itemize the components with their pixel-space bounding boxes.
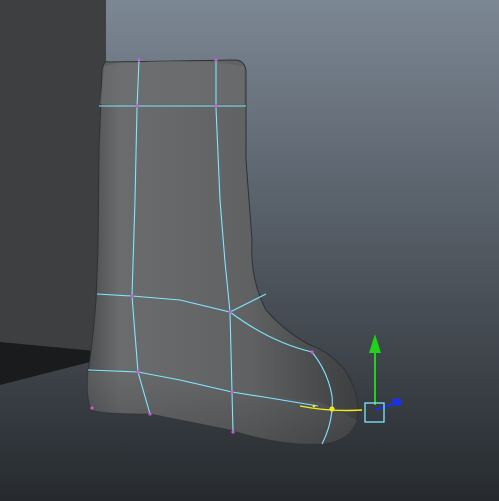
- vertex: [136, 370, 140, 374]
- z-axis-arrow-icon[interactable]: [392, 398, 402, 406]
- 3d-viewport[interactable]: [0, 0, 499, 501]
- vertex: [228, 310, 232, 314]
- vertex: [231, 430, 235, 434]
- wall-object[interactable]: [0, 0, 106, 385]
- vertex: [137, 58, 141, 62]
- vertex: [230, 390, 234, 394]
- viewport-canvas[interactable]: [0, 0, 499, 501]
- vertex: [214, 104, 218, 108]
- vertex: [130, 294, 134, 298]
- boot-top-rim: [100, 61, 244, 104]
- vertex: [90, 406, 94, 410]
- vertex: [148, 412, 152, 416]
- vertex: [214, 58, 218, 62]
- vertex: [310, 350, 314, 354]
- wall-face: [0, 0, 106, 352]
- vertex: [135, 104, 139, 108]
